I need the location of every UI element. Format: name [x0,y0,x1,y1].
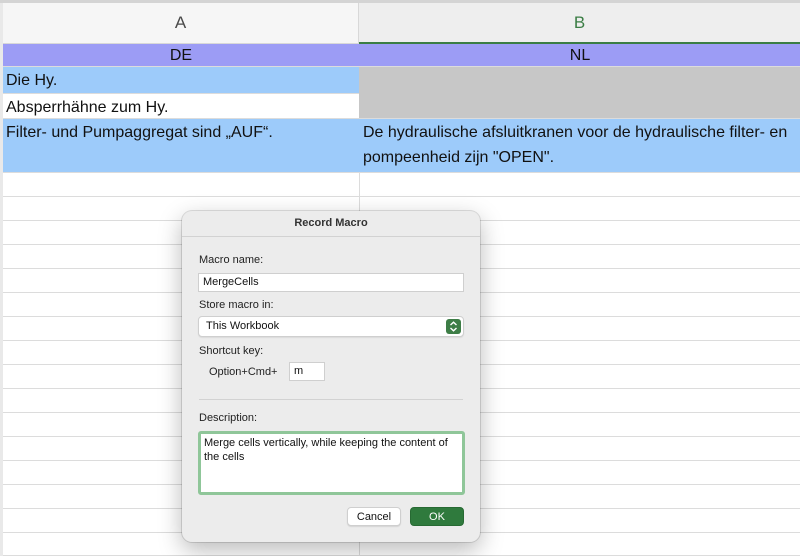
cell-a2[interactable]: Die Hy. [3,67,359,93]
store-macro-label: Store macro in: [199,299,274,311]
chevron-up-down-icon [446,319,461,334]
cell-a1[interactable]: DE [3,44,359,66]
table-row: Filter- und Pumpaggregat sind „AUF“. De … [3,119,800,173]
column-header-b[interactable]: B [359,3,800,44]
description-textarea[interactable]: Merge cells vertically, while keeping th… [198,431,465,495]
cell-a4[interactable]: Filter- und Pumpaggregat sind „AUF“. [3,119,359,172]
column-header-a[interactable]: A [3,3,359,44]
ok-button[interactable]: OK [410,507,464,526]
macro-name-label: Macro name: [199,254,264,266]
table-row: DE NL [3,44,800,67]
description-label: Description: [199,412,258,424]
cell-a3[interactable]: Absperrhähne zum Hy. [3,94,359,118]
dialog-title: Record Macro [182,211,480,237]
cell-b4[interactable]: De hydraulische afsluitkranen voor de hy… [359,119,800,172]
cancel-button[interactable]: Cancel [347,507,401,526]
shortcut-key-input[interactable]: m [289,362,325,381]
shortcut-prefix: Option+Cmd+ [209,366,278,378]
store-macro-value: This Workbook [206,320,280,332]
store-macro-select[interactable]: This Workbook [198,316,464,337]
shortcut-key-label: Shortcut key: [199,345,264,357]
macro-name-input[interactable]: MergeCells [198,273,464,292]
dialog-divider [199,399,463,400]
table-row: Die Hy. [3,67,800,119]
cell-b1[interactable]: NL [359,44,800,66]
table-row [3,173,800,197]
table-row: Absperrhähne zum Hy. [3,94,800,119]
record-macro-dialog: Record Macro Macro name: MergeCells Stor… [182,211,480,542]
